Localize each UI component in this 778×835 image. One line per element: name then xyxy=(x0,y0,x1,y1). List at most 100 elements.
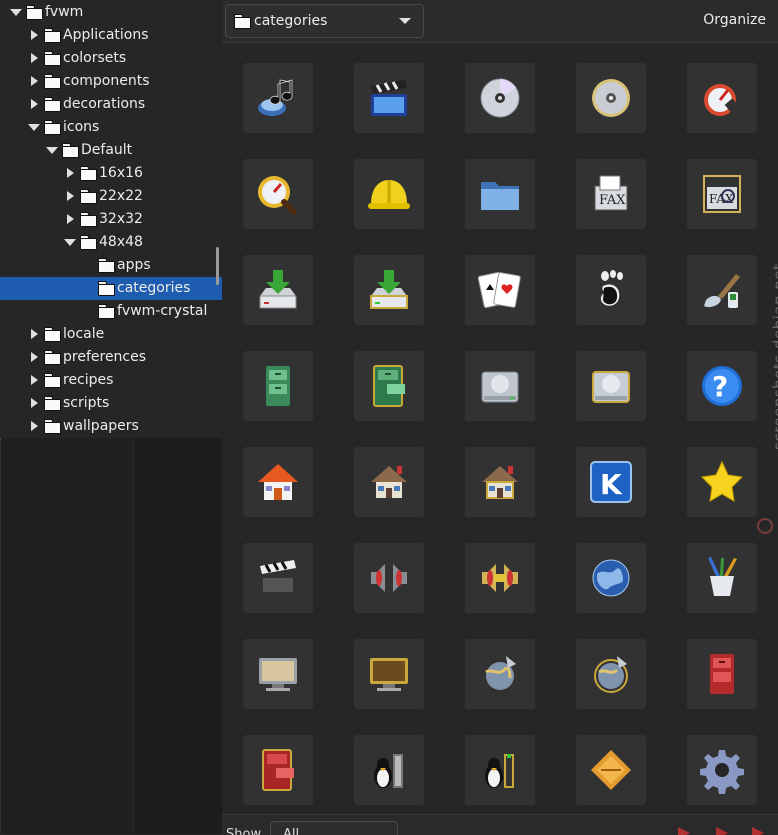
fax-icon: FAX xyxy=(594,175,628,211)
expander-closed-icon[interactable] xyxy=(28,346,40,369)
expander-closed-icon[interactable] xyxy=(28,415,40,438)
tree-item-decorations[interactable]: decorations xyxy=(0,93,222,116)
tree-item-applications[interactable]: Applications xyxy=(0,24,222,47)
network-globe-gold-icon xyxy=(594,656,628,693)
icon-thumbnail[interactable] xyxy=(354,447,424,517)
expander-closed-icon[interactable] xyxy=(28,369,40,392)
tree-item-label: colorsets xyxy=(63,50,127,66)
icon-thumbnail[interactable] xyxy=(576,63,646,133)
paintbrush-icon xyxy=(704,274,740,308)
tree-item-label: decorations xyxy=(63,96,146,112)
icon-thumbnail[interactable] xyxy=(576,543,646,613)
tree-item-components[interactable]: components xyxy=(0,70,222,93)
icon-thumbnail[interactable] xyxy=(576,735,646,805)
expander-closed-icon[interactable] xyxy=(64,208,76,231)
monitor-icon xyxy=(259,658,297,691)
icon-thumbnail[interactable] xyxy=(687,63,757,133)
tree-item-locale[interactable]: locale xyxy=(0,323,222,346)
folder-icon xyxy=(26,5,43,20)
expander-closed-icon[interactable] xyxy=(28,392,40,415)
icon-thumbnail[interactable] xyxy=(465,447,535,517)
tree-item-wallpapers[interactable]: wallpapers xyxy=(0,415,222,438)
tree-item-22x22[interactable]: 22x22 xyxy=(0,185,222,208)
monitor-gold-icon xyxy=(370,658,408,691)
icon-thumbnail[interactable] xyxy=(465,543,535,613)
icon-thumbnail[interactable] xyxy=(243,543,313,613)
expander-closed-icon[interactable] xyxy=(28,93,40,116)
path-selector[interactable]: categories xyxy=(225,4,424,38)
tree-item-label: Applications xyxy=(63,27,149,43)
icon-thumbnail[interactable] xyxy=(465,63,535,133)
expander-closed-icon[interactable] xyxy=(28,47,40,70)
icon-thumbnail[interactable]: FAX xyxy=(687,159,757,229)
icon-thumbnail[interactable] xyxy=(687,447,757,517)
icon-thumbnail[interactable]: FAX xyxy=(576,159,646,229)
icon-browser: categories Organize FAX FAX? K Show All xyxy=(222,0,778,835)
icon-thumbnail[interactable] xyxy=(354,255,424,325)
tree-item-label: categories xyxy=(117,280,191,296)
folder-icon xyxy=(44,327,61,342)
icon-thumbnail[interactable]: K xyxy=(576,447,646,517)
folder-icon xyxy=(44,419,61,434)
icon-thumbnail[interactable] xyxy=(243,735,313,805)
gear-icon xyxy=(700,750,744,794)
gnome-foot-icon xyxy=(600,270,623,306)
expander-open-icon[interactable] xyxy=(28,116,40,139)
icon-thumbnail[interactable] xyxy=(354,735,424,805)
folder-icon xyxy=(44,74,61,89)
icon-thumbnail[interactable] xyxy=(576,639,646,709)
expander-closed-icon[interactable] xyxy=(28,70,40,93)
icon-thumbnail[interactable] xyxy=(687,255,757,325)
tree-item-categories[interactable]: categories xyxy=(0,277,222,300)
icon-thumbnail[interactable] xyxy=(465,351,535,421)
icon-thumbnail[interactable] xyxy=(243,255,313,325)
icon-thumbnail[interactable] xyxy=(243,159,313,229)
tree-item-48x48[interactable]: 48x48 xyxy=(0,231,222,254)
icon-thumbnail[interactable] xyxy=(243,639,313,709)
tux-gold-icon xyxy=(485,754,514,788)
icon-thumbnail[interactable]: ? xyxy=(687,351,757,421)
tree-item-fvwm-crystal[interactable]: fvwm-crystal xyxy=(0,300,222,323)
icon-thumbnail[interactable] xyxy=(465,639,535,709)
icon-thumbnail[interactable] xyxy=(687,639,757,709)
tree-item-icons[interactable]: icons xyxy=(0,116,222,139)
tree-item-32x32[interactable]: 32x32 xyxy=(0,208,222,231)
tree-scrollbar-thumb[interactable] xyxy=(216,247,219,285)
tree-item-preferences[interactable]: preferences xyxy=(0,346,222,369)
tree-item-apps[interactable]: apps xyxy=(0,254,222,277)
folder-icon xyxy=(80,189,97,204)
expander-closed-icon[interactable] xyxy=(64,185,76,208)
icon-thumbnail[interactable] xyxy=(354,351,424,421)
tree-item-colorsets[interactable]: colorsets xyxy=(0,47,222,70)
network-globe-icon xyxy=(485,656,516,690)
tree-item-label: 48x48 xyxy=(99,234,143,250)
icon-thumbnail[interactable] xyxy=(354,639,424,709)
expander-open-icon[interactable] xyxy=(64,231,76,254)
icon-thumbnail[interactable] xyxy=(465,735,535,805)
icon-thumbnail[interactable] xyxy=(243,63,313,133)
icon-thumbnail[interactable] xyxy=(687,735,757,805)
speedometer-magnifier-icon xyxy=(258,176,297,215)
filter-selector[interactable]: All xyxy=(270,821,398,835)
icon-thumbnail[interactable] xyxy=(354,159,424,229)
icon-thumbnail[interactable] xyxy=(465,255,535,325)
icon-thumbnail[interactable] xyxy=(354,543,424,613)
icon-thumbnail[interactable] xyxy=(243,447,313,517)
expander-closed-icon[interactable] xyxy=(64,162,76,185)
tree-item-16x16[interactable]: 16x16 xyxy=(0,162,222,185)
tree-item-default[interactable]: Default xyxy=(0,139,222,162)
icon-thumbnail[interactable] xyxy=(687,543,757,613)
icon-thumbnail[interactable] xyxy=(354,63,424,133)
expander-closed-icon[interactable] xyxy=(28,323,40,346)
tree-item-recipes[interactable]: recipes xyxy=(0,369,222,392)
icon-thumbnail[interactable] xyxy=(465,159,535,229)
expander-open-icon[interactable] xyxy=(10,1,22,24)
tree-item-scripts[interactable]: scripts xyxy=(0,392,222,415)
expander-open-icon[interactable] xyxy=(46,139,58,162)
organize-button[interactable]: Organize xyxy=(703,0,766,40)
icon-thumbnail[interactable] xyxy=(243,351,313,421)
tree-item-fvwm[interactable]: fvwm xyxy=(0,1,222,24)
icon-thumbnail[interactable] xyxy=(576,255,646,325)
expander-closed-icon[interactable] xyxy=(28,24,40,47)
icon-thumbnail[interactable] xyxy=(576,351,646,421)
